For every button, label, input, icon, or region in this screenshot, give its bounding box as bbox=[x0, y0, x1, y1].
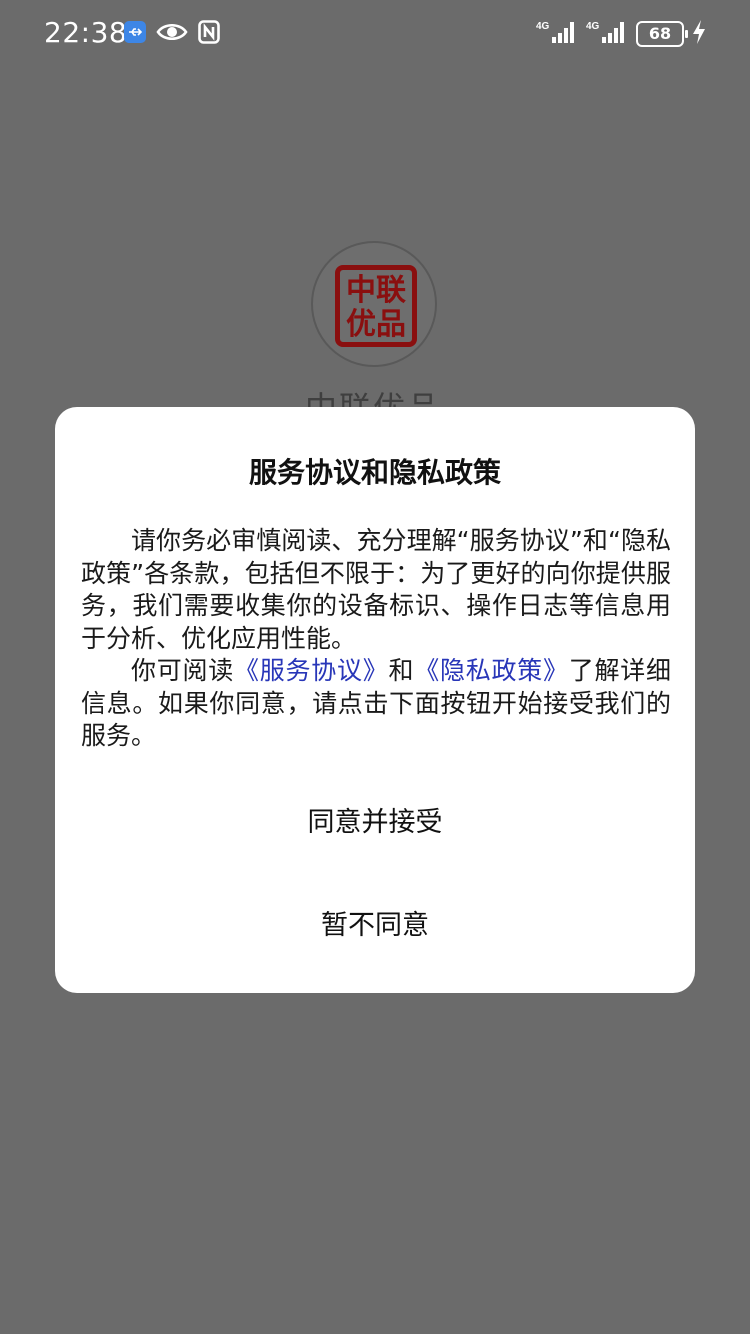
charging-icon bbox=[692, 20, 706, 48]
paragraph-2-and: 和 bbox=[388, 656, 415, 685]
disagree-button[interactable]: 暂不同意 bbox=[55, 906, 695, 946]
battery-indicator: 68 bbox=[636, 21, 688, 47]
service-agreement-link[interactable]: 《服务协议》 bbox=[234, 656, 388, 685]
dialog-body: 请你务必审慎阅读、充分理解“服务协议”和“隐私政策”各条款，包括但不限于：为了更… bbox=[81, 525, 671, 753]
privacy-dialog: 服务协议和隐私政策 请你务必审慎阅读、充分理解“服务协议”和“隐私政策”各条款，… bbox=[55, 407, 695, 993]
paragraph-2-prefix: 你可阅读 bbox=[131, 656, 234, 685]
nfc-icon bbox=[198, 20, 220, 48]
logo-text-line2: 优品 bbox=[346, 307, 406, 342]
eye-icon bbox=[156, 21, 188, 47]
status-bar: 22:38 4G 4G 68 bbox=[0, 0, 750, 66]
status-icons-right: 4G 4G 68 bbox=[536, 19, 706, 49]
logo-text-line1: 中联 bbox=[346, 273, 406, 308]
signal-icon: 4G bbox=[536, 19, 578, 49]
usb-icon bbox=[124, 21, 146, 47]
svg-text:4G: 4G bbox=[536, 21, 550, 32]
dialog-title: 服务协议和隐私政策 bbox=[248, 456, 501, 489]
privacy-policy-link[interactable]: 《隐私政策》 bbox=[414, 656, 568, 685]
agree-button[interactable]: 同意并接受 bbox=[55, 803, 695, 843]
dialog-paragraph-2: 你可阅读《服务协议》和《隐私政策》了解详细信息。如果你同意，请点击下面按钮开始接… bbox=[81, 655, 671, 753]
svg-text:4G: 4G bbox=[586, 21, 600, 32]
app-logo: 中联 优品 bbox=[311, 241, 437, 367]
status-time: 22:38 bbox=[44, 16, 128, 49]
app-logo-mark: 中联 优品 bbox=[335, 265, 417, 347]
status-icons-left bbox=[124, 20, 220, 48]
signal-icon: 4G bbox=[586, 19, 628, 49]
dialog-paragraph-1: 请你务必审慎阅读、充分理解“服务协议”和“隐私政策”各条款，包括但不限于：为了更… bbox=[81, 526, 671, 653]
